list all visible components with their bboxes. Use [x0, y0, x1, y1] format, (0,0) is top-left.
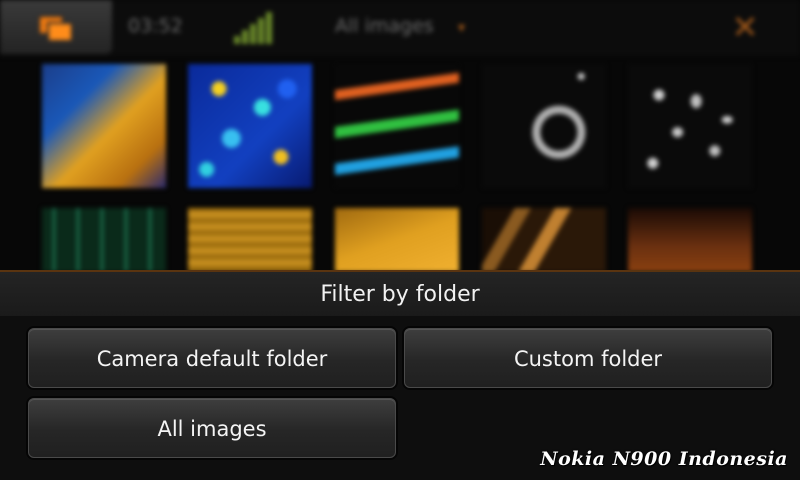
status-clock: 03:52 — [128, 15, 183, 37]
image-thumbnail — [42, 64, 166, 188]
image-thumbnail — [482, 208, 606, 272]
image-thumbnail — [628, 208, 752, 272]
view-title[interactable]: All images — [335, 15, 434, 37]
background-gallery: 03:52 All images ▾ ✕ — [0, 0, 800, 272]
status-bar: 03:52 All images ▾ ✕ — [0, 0, 800, 56]
filter-dialog: Camera default folder Custom folder All … — [0, 316, 800, 480]
task-switcher-button[interactable] — [0, 0, 112, 54]
dialog-title: Filter by folder — [320, 282, 480, 307]
image-thumbnail — [42, 208, 166, 272]
image-thumbnail — [188, 208, 312, 272]
image-thumbnail — [188, 64, 312, 188]
watermark: Nokia N900 Indonesia — [540, 448, 788, 470]
image-thumbnail — [482, 64, 606, 188]
signal-strength-icon — [232, 10, 272, 44]
all-images-button[interactable]: All images — [28, 398, 396, 458]
image-thumbnail — [628, 64, 752, 188]
close-icon[interactable]: ✕ — [728, 10, 762, 44]
camera-default-folder-button[interactable]: Camera default folder — [28, 328, 396, 388]
image-thumbnail — [335, 64, 459, 188]
dialog-header: Filter by folder — [0, 270, 800, 318]
image-thumbnail — [335, 208, 459, 272]
custom-folder-button[interactable]: Custom folder — [404, 328, 772, 388]
chevron-down-icon: ▾ — [458, 20, 466, 36]
